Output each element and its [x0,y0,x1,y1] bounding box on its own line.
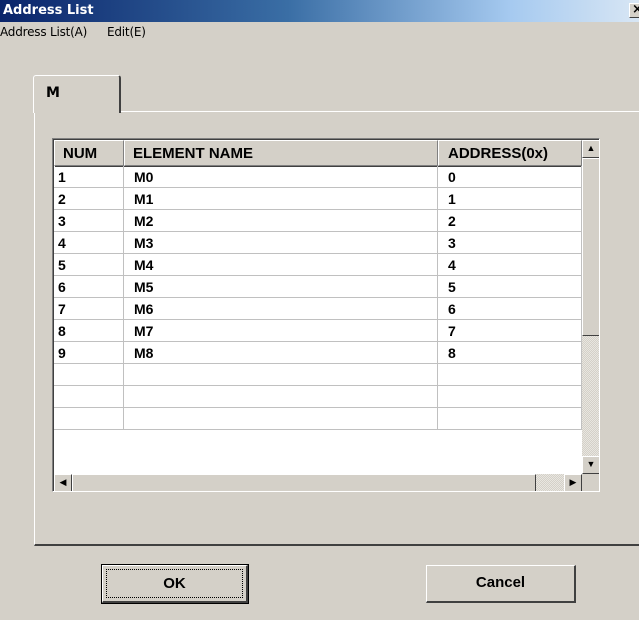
cell-num: 2 [54,188,124,210]
cell-address [438,364,582,386]
scrollbar-corner [582,474,599,491]
menu-edit[interactable]: Edit(E) [107,25,146,39]
cell-element-name: M5 [124,276,438,298]
cell-num: 3 [54,210,124,232]
cell-num: 1 [54,166,124,188]
cell-element-name: M2 [124,210,438,232]
cell-element-name: M6 [124,298,438,320]
cell-address: 2 [438,210,582,232]
tab-m[interactable]: M [33,75,121,113]
cell-element-name: M8 [124,342,438,364]
list-header: NUM ELEMENT NAME ADDRESS(0x) [54,140,582,166]
horizontal-scroll-thumb[interactable] [72,474,536,491]
table-row[interactable]: 1 M0 0 [54,166,582,188]
cell-element-name: M4 [124,254,438,276]
address-list-view[interactable]: NUM ELEMENT NAME ADDRESS(0x) 1 M0 0 2 M1 1 3 M2… [52,138,600,492]
arrow-down-icon: ▼ [586,459,596,469]
close-icon: × [632,2,639,17]
table-row[interactable] [54,386,582,408]
cell-num: 5 [54,254,124,276]
cell-num: 9 [54,342,124,364]
table-row[interactable]: 9 M8 8 [54,342,582,364]
cell-address: 4 [438,254,582,276]
cell-address: 6 [438,298,582,320]
window-title: Address List [3,3,94,18]
column-header-num[interactable]: NUM [54,140,124,166]
cell-num: 4 [54,232,124,254]
table-row[interactable]: 2 M1 1 [54,188,582,210]
column-header-element-name[interactable]: ELEMENT NAME [124,140,438,166]
cell-num: 6 [54,276,124,298]
table-row[interactable]: 5 M4 4 [54,254,582,276]
cell-address: 7 [438,320,582,342]
close-button[interactable]: × [629,3,639,18]
table-row[interactable]: 3 M2 2 [54,210,582,232]
cell-element-name: M7 [124,320,438,342]
cancel-button-label: Cancel [475,574,526,591]
cell-element-name [124,386,438,408]
tab-label: M [46,85,60,101]
table-row[interactable]: 7 M6 6 [54,298,582,320]
cell-element-name: M0 [124,166,438,188]
scroll-up-button[interactable]: ▲ [582,140,599,158]
cell-address: 5 [438,276,582,298]
ok-button-label: OK [106,569,243,598]
cell-address: 0 [438,166,582,188]
cell-element-name [124,408,438,430]
title-bar[interactable]: Address List × [0,0,639,22]
table-row[interactable] [54,408,582,430]
arrow-up-icon: ▲ [586,143,596,153]
cell-element-name: M3 [124,232,438,254]
cell-element-name [124,364,438,386]
cell-num [54,364,124,386]
cell-num [54,408,124,430]
menu-address-list[interactable]: Address List(A) [0,25,87,39]
vertical-scroll-thumb[interactable] [582,158,599,336]
scroll-down-button[interactable]: ▼ [582,456,599,474]
table-row[interactable]: 4 M3 3 [54,232,582,254]
arrow-right-icon: ▶ [569,477,577,487]
cell-num [54,386,124,408]
cell-num: 8 [54,320,124,342]
column-header-address[interactable]: ADDRESS(0x) [438,140,582,166]
cancel-button[interactable]: Cancel [426,565,576,603]
vertical-scrollbar[interactable]: ▲ ▼ [582,140,599,474]
scroll-right-button[interactable]: ▶ [564,474,582,491]
cell-element-name: M1 [124,188,438,210]
cell-address: 8 [438,342,582,364]
ok-button[interactable]: OK [101,564,249,604]
horizontal-scrollbar[interactable]: ◀ ▶ [54,474,582,491]
table-row[interactable]: 6 M5 5 [54,276,582,298]
scroll-left-button[interactable]: ◀ [54,474,72,491]
menu-bar: Address List(A) Edit(E) [0,22,639,42]
arrow-left-icon: ◀ [59,477,67,487]
table-row[interactable] [54,364,582,386]
cell-address: 1 [438,188,582,210]
cell-address: 3 [438,232,582,254]
cell-address [438,386,582,408]
cell-num: 7 [54,298,124,320]
cell-address [438,408,582,430]
table-row[interactable]: 8 M7 7 [54,320,582,342]
